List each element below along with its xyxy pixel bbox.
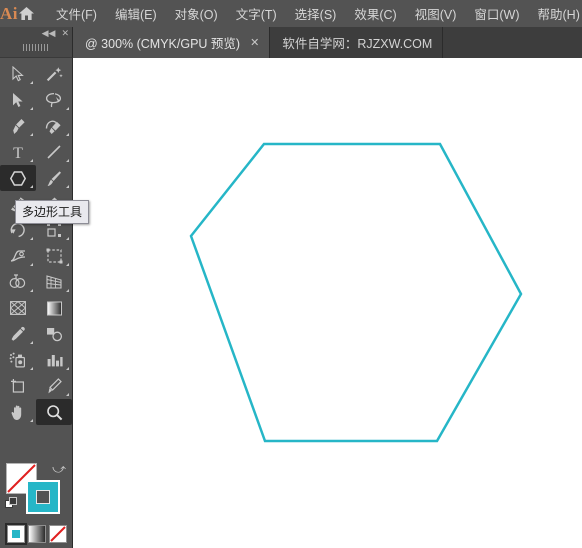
tool-curvature-tool[interactable] — [36, 113, 72, 139]
tool-corner-indicator — [30, 107, 33, 110]
menu-item-effect[interactable]: 效果(C) — [345, 1, 405, 26]
menu-item-select[interactable]: 选择(S) — [286, 1, 346, 26]
hexagon-shape[interactable] — [189, 142, 523, 443]
artboard-artwork — [189, 142, 523, 443]
tool-grid: T — [0, 58, 72, 425]
tool-mesh-tool[interactable] — [0, 295, 36, 321]
tool-corner-indicator — [66, 393, 69, 396]
document-tab-bar: @ 300% (CMYK/GPU 预览) ✕ 软件自学网：RJZXW.COM — [73, 27, 582, 58]
tool-corner-indicator — [30, 81, 33, 84]
menu-item-file[interactable]: 文件(F) — [47, 1, 106, 26]
tool-slice-tool[interactable] — [36, 373, 72, 399]
tool-corner-indicator — [66, 289, 69, 292]
tool-corner-indicator — [30, 289, 33, 292]
tool-line-segment-tool[interactable] — [36, 139, 72, 165]
tool-direct-selection-tool[interactable] — [0, 87, 36, 113]
gradient-mode-button[interactable] — [28, 525, 46, 543]
stroke-swatch-inner — [36, 490, 50, 504]
tab-close-icon[interactable]: ✕ — [250, 36, 259, 49]
tool-corner-indicator — [66, 159, 69, 162]
menu-item-help[interactable]: 帮助(H) — [529, 1, 582, 26]
tool-selection-tool[interactable] — [0, 61, 36, 87]
tool-corner-indicator — [66, 263, 69, 266]
tool-blend-tool[interactable] — [36, 321, 72, 347]
collapsed-panel-stub: ◀◀ ✕ — [0, 27, 73, 58]
tool-corner-indicator — [30, 133, 33, 136]
panel-stub-controls: ◀◀ ✕ — [42, 28, 69, 38]
tool-symbol-sprayer-tool[interactable] — [0, 347, 36, 373]
tool-corner-indicator — [66, 185, 69, 188]
color-mode-button[interactable] — [5, 523, 27, 545]
menu-items: 文件(F) 编辑(E) 对象(O) 文字(T) 选择(S) 效果(C) 视图(V… — [47, 1, 582, 26]
collapse-panel-icon[interactable]: ◀◀ — [42, 28, 56, 38]
tool-corner-indicator — [30, 159, 33, 162]
color-controls: ⤻ — [0, 403, 73, 548]
none-mode-button[interactable] — [49, 525, 67, 543]
tab-label: @ 300% (CMYK/GPU 预览) — [85, 37, 241, 51]
menu-item-view[interactable]: 视图(V) — [406, 1, 466, 26]
tool-corner-indicator — [66, 133, 69, 136]
tool-magic-wand-tool[interactable] — [36, 61, 72, 87]
tool-shape-builder-tool[interactable] — [0, 269, 36, 295]
tab-label: 软件自学网：RJZXW.COM — [282, 37, 433, 51]
canvas-area[interactable] — [73, 58, 582, 548]
tool-lasso-tool[interactable] — [36, 87, 72, 113]
tool-free-transform-tool[interactable] — [36, 243, 72, 269]
tool-corner-indicator — [66, 237, 69, 240]
stroke-swatch[interactable] — [26, 480, 60, 514]
tools-panel: T ⤻ — [0, 58, 73, 548]
tool-tooltip: 多边形工具 — [15, 200, 90, 224]
tool-perspective-grid-tool[interactable] — [36, 269, 72, 295]
menu-item-window[interactable]: 窗口(W) — [465, 1, 528, 26]
tool-polygon-tool[interactable] — [0, 165, 36, 191]
tab-watermark[interactable]: 软件自学网：RJZXW.COM — [270, 27, 444, 58]
tool-corner-indicator — [30, 367, 33, 370]
menu-bar: Ai 文件(F) 编辑(E) 对象(O) 文字(T) 选择(S) 效果(C) 视… — [0, 0, 582, 27]
tool-corner-indicator — [30, 341, 33, 344]
paint-mode-buttons — [5, 523, 67, 545]
tool-pen-tool[interactable] — [0, 113, 36, 139]
tool-corner-indicator — [66, 367, 69, 370]
tool-column-graph-tool[interactable] — [36, 347, 72, 373]
menu-item-edit[interactable]: 编辑(E) — [106, 1, 166, 26]
menu-item-type[interactable]: 文字(T) — [227, 1, 286, 26]
home-icon[interactable] — [18, 0, 35, 27]
tool-corner-indicator — [66, 107, 69, 110]
tool-corner-indicator — [30, 185, 33, 188]
tool-paintbrush-tool[interactable] — [36, 165, 72, 191]
tool-gradient-tool[interactable] — [36, 295, 72, 321]
illustrator-window: Ai 文件(F) 编辑(E) 对象(O) 文字(T) 选择(S) 效果(C) 视… — [0, 0, 582, 548]
tool-corner-indicator — [30, 263, 33, 266]
ai-logo: Ai — [0, 4, 18, 23]
tool-corner-indicator — [30, 237, 33, 240]
default-fill-stroke-icon[interactable] — [5, 497, 18, 515]
tab-document-active[interactable]: @ 300% (CMYK/GPU 预览) ✕ — [73, 27, 271, 58]
close-panel-icon[interactable]: ✕ — [61, 28, 69, 38]
tool-width-tool[interactable] — [0, 243, 36, 269]
tool-artboard-tool[interactable] — [0, 373, 36, 399]
menu-item-object[interactable]: 对象(O) — [166, 1, 227, 26]
svg-text:T: T — [13, 145, 23, 160]
tool-eyedropper-tool[interactable] — [0, 321, 36, 347]
panel-drag-handle[interactable] — [23, 44, 49, 51]
swap-fill-stroke-icon[interactable]: ⤻ — [52, 461, 66, 477]
tool-type-tool[interactable]: T — [0, 139, 36, 165]
